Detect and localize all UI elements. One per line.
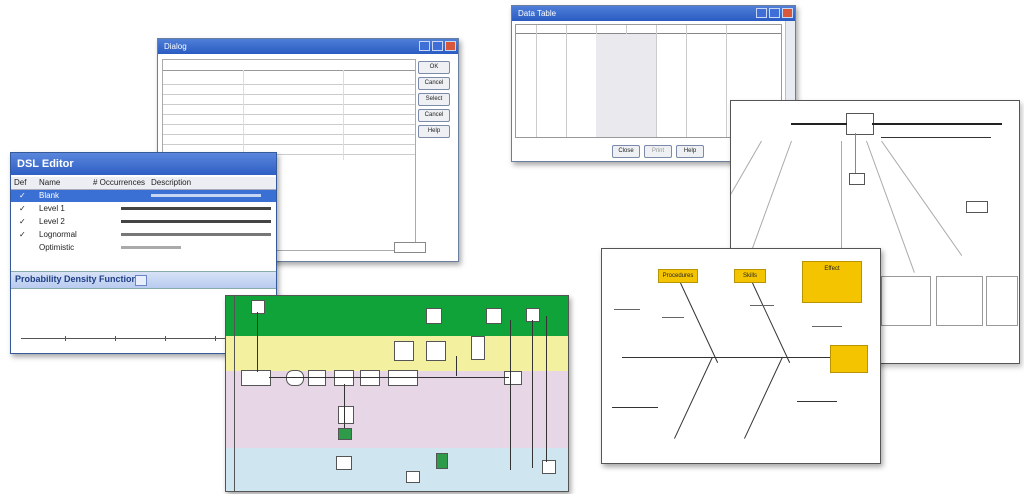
process-box[interactable]: [526, 308, 540, 322]
tree-node[interactable]: [966, 201, 988, 213]
dialog-button-1[interactable]: OK: [418, 61, 450, 74]
row-name: Lognormal: [39, 230, 77, 239]
process-box[interactable]: [308, 370, 326, 386]
chevron-down-icon[interactable]: [135, 275, 147, 286]
dsl-editor-title: DSL Editor: [17, 158, 74, 170]
leaf-node[interactable]: [936, 276, 983, 326]
table-row[interactable]: Optimistic: [11, 242, 276, 254]
close-button[interactable]: Close: [612, 145, 640, 158]
fishbone-effect-box-2[interactable]: [830, 345, 868, 373]
process-box[interactable]: [542, 460, 556, 474]
fishbone-category-skills[interactable]: Skills: [734, 269, 766, 283]
maximize-icon[interactable]: [769, 8, 780, 18]
lane-blue: [226, 448, 568, 491]
process-box[interactable]: [426, 341, 446, 361]
pdf-section-header: Probability Density Function: [11, 271, 276, 289]
process-box[interactable]: [426, 308, 442, 324]
row-name: Optimistic: [39, 243, 75, 252]
leaf-node[interactable]: [986, 276, 1018, 326]
process-box[interactable]: [336, 456, 352, 470]
close-icon[interactable]: [782, 8, 793, 18]
process-box[interactable]: [394, 341, 414, 361]
col-header-name: Name: [39, 178, 61, 187]
dialog-title: Dialog: [164, 42, 187, 51]
dsl-header-row: Def Name # Occurrences Description: [11, 177, 276, 190]
dialog-button-4[interactable]: Cancel: [418, 109, 450, 122]
row-check-icon[interactable]: ✓: [19, 217, 26, 226]
fishbone-category-procedures[interactable]: Procedures: [658, 269, 698, 283]
process-box[interactable]: [338, 406, 354, 424]
lane-green: [226, 296, 568, 336]
process-box[interactable]: [286, 370, 304, 386]
data-table-title: Data Table: [518, 9, 557, 18]
dialog-footer-field[interactable]: [394, 242, 426, 253]
process-box[interactable]: [406, 471, 420, 483]
row-check-icon[interactable]: ✓: [19, 204, 26, 213]
dialog-button-3[interactable]: Select: [418, 93, 450, 106]
close-icon[interactable]: [445, 41, 456, 51]
process-box[interactable]: [360, 370, 380, 386]
col-header-def: Def: [14, 178, 27, 187]
minimize-icon[interactable]: [756, 8, 767, 18]
process-box[interactable]: [251, 300, 265, 314]
leaf-node[interactable]: [881, 276, 931, 326]
dialog-titlebar[interactable]: Dialog: [158, 39, 458, 54]
process-box[interactable]: [241, 370, 271, 386]
fishbone-effect-box[interactable]: Effect: [802, 261, 862, 303]
dialog-button-2[interactable]: Cancel: [418, 77, 450, 90]
process-box[interactable]: [504, 371, 522, 385]
swimlane-diagram: [225, 295, 569, 492]
data-table-titlebar[interactable]: Data Table: [512, 6, 795, 21]
fishbone-diagram: Procedures Skills Effect: [601, 248, 881, 464]
minimize-icon[interactable]: [419, 41, 430, 51]
col-header-occurrences: # Occurrences: [93, 178, 146, 187]
row-name: Level 2: [39, 217, 65, 226]
table-row[interactable]: ✓ Blank: [11, 190, 276, 202]
tree-node[interactable]: [849, 173, 865, 185]
help-button[interactable]: Help: [676, 145, 704, 158]
row-name: Level 1: [39, 204, 65, 213]
process-box[interactable]: [436, 453, 448, 469]
process-box[interactable]: [338, 428, 352, 440]
dsl-editor-titlebar[interactable]: DSL Editor: [11, 153, 276, 175]
col-header-description: Description: [151, 178, 192, 187]
table-row[interactable]: ✓ Level 1: [11, 203, 276, 215]
process-box[interactable]: [486, 308, 502, 324]
table-row[interactable]: ✓ Lognormal: [11, 229, 276, 241]
process-box[interactable]: [471, 336, 485, 360]
process-box[interactable]: [388, 370, 418, 386]
row-check-icon[interactable]: ✓: [19, 191, 26, 200]
root-node[interactable]: [846, 113, 874, 135]
row-name: Blank: [39, 191, 60, 200]
dialog-button-5[interactable]: Help: [418, 125, 450, 138]
maximize-icon[interactable]: [432, 41, 443, 51]
table-row[interactable]: ✓ Level 2: [11, 216, 276, 228]
row-check-icon[interactable]: ✓: [19, 230, 26, 239]
print-button[interactable]: Print: [644, 145, 672, 158]
pdf-section-title: Probability Density Function: [15, 274, 138, 284]
